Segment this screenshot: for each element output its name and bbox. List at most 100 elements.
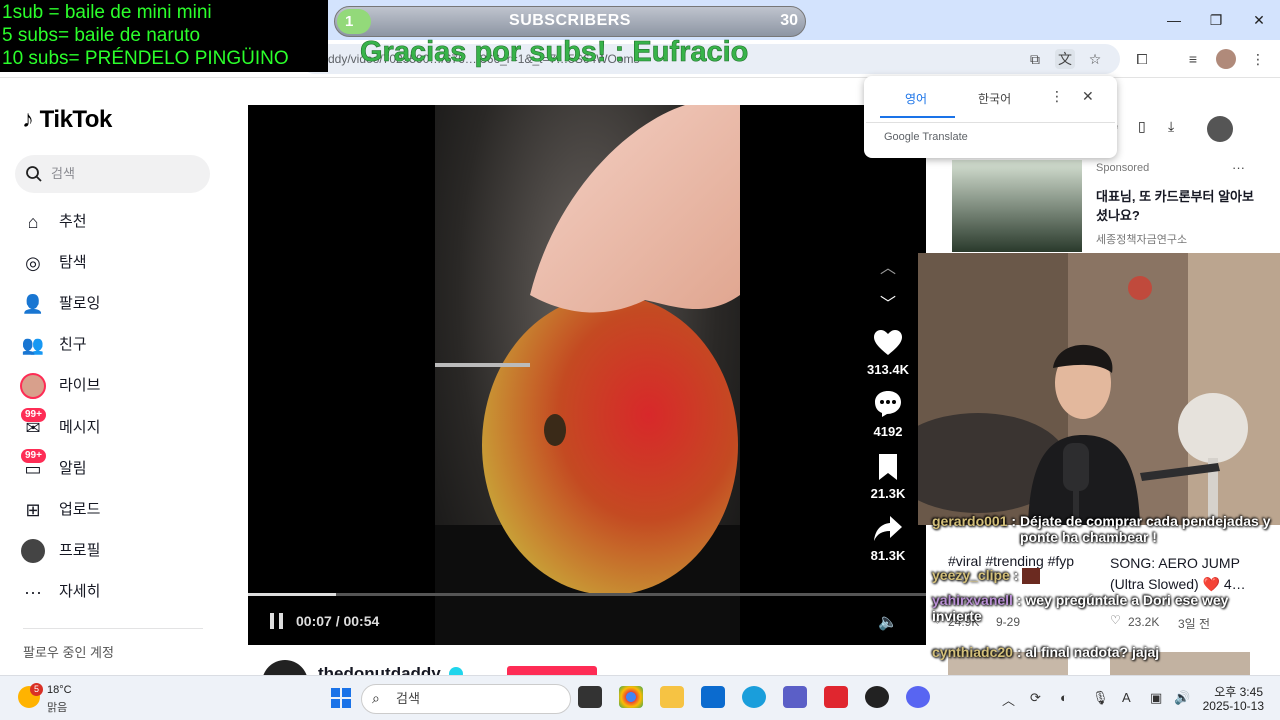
translate-icon[interactable]: ⽂ bbox=[1055, 49, 1075, 69]
nav-item-home[interactable]: ⌂ 추천 bbox=[15, 204, 215, 240]
browser-profile-avatar[interactable] bbox=[1216, 49, 1236, 69]
rule-line: 1sub = baile de mini mini bbox=[2, 2, 212, 23]
stream-rules-overlay: 1sub = baile de mini mini 5 subs= baile … bbox=[0, 0, 328, 72]
prev-video-icon[interactable]: ︿ bbox=[880, 254, 896, 278]
share-button[interactable]: 81.3K bbox=[860, 516, 916, 563]
tray-overflow-icon[interactable]: ︿ bbox=[1002, 690, 1015, 709]
sponsored-thumbnail[interactable] bbox=[952, 160, 1082, 252]
tiktok-logo[interactable]: ♪ TikTok bbox=[22, 106, 112, 134]
discord-icon[interactable] bbox=[906, 686, 930, 708]
sponsored-title[interactable]: 대표님, 또 카드론부터 알아보셨나요? bbox=[1096, 187, 1256, 225]
tray-sync-icon[interactable]: ⟳ bbox=[1030, 690, 1041, 706]
translate-more-icon[interactable]: ⋮ bbox=[1050, 88, 1064, 105]
language-icon[interactable]: A bbox=[1122, 690, 1131, 705]
app-red-icon[interactable] bbox=[824, 686, 848, 708]
nav-item-more[interactable]: ··· 자세히 bbox=[15, 574, 215, 610]
weather-badge: 5 bbox=[30, 683, 43, 696]
ms-store-icon[interactable] bbox=[701, 686, 725, 708]
nav-item-explore[interactable]: ◎ 탐색 bbox=[15, 245, 215, 281]
file-explorer-icon[interactable] bbox=[660, 686, 684, 708]
weather-temp: 18°C bbox=[47, 684, 72, 696]
translate-tab-underline bbox=[880, 116, 955, 118]
tiktok-logo-text: TikTok bbox=[39, 106, 113, 133]
nav-item-friends[interactable]: 👥 친구 bbox=[15, 327, 215, 363]
translate-tab-target[interactable]: 한국어 bbox=[978, 90, 1011, 107]
bookmark-star-icon[interactable]: ☆ bbox=[1085, 49, 1105, 69]
extensions-icon[interactable]: ⧠ bbox=[1132, 49, 1152, 69]
translate-close-icon[interactable]: ✕ bbox=[1082, 88, 1094, 105]
obs-icon[interactable] bbox=[865, 686, 889, 708]
teams-icon[interactable] bbox=[783, 686, 807, 708]
install-app-icon[interactable]: ⧉ bbox=[1025, 49, 1045, 69]
share-count: 81.3K bbox=[870, 548, 906, 563]
video-frame bbox=[435, 105, 740, 645]
volume-icon[interactable]: 🔈 bbox=[878, 612, 898, 632]
weather-condition: 맑음 bbox=[47, 702, 68, 714]
nav-item-following[interactable]: 👤 팔로잉 bbox=[15, 286, 215, 322]
video-progress-track[interactable] bbox=[248, 593, 926, 596]
search-icon bbox=[26, 166, 42, 182]
chat-message: gerardo001 : Déjate de comprar cada pend… bbox=[932, 513, 1271, 545]
network-icon[interactable]: ▣ bbox=[1150, 690, 1162, 706]
sidebar-divider bbox=[23, 628, 203, 629]
save-button[interactable]: 21.3K bbox=[860, 454, 916, 501]
emote-image bbox=[1022, 568, 1041, 585]
save-count: 21.3K bbox=[870, 486, 906, 501]
next-video-icon[interactable]: ﹀ bbox=[880, 290, 896, 314]
download-icon[interactable]: ⤓ bbox=[1168, 118, 1174, 135]
minimize-icon[interactable]: — bbox=[1162, 8, 1186, 32]
chrome-icon[interactable] bbox=[619, 686, 643, 708]
share-icon bbox=[874, 516, 902, 541]
microphone-icon[interactable]: 🎙 bbox=[1092, 690, 1109, 706]
taskbar-date[interactable]: 2025-10-13 bbox=[1198, 699, 1264, 713]
pause-icon[interactable] bbox=[268, 612, 286, 630]
like-button[interactable]: 313.4K bbox=[860, 330, 916, 377]
nav-item-profile[interactable]: 프로필 bbox=[15, 533, 215, 569]
restore-icon[interactable]: ❐ bbox=[1204, 8, 1228, 32]
live-icon bbox=[20, 373, 46, 399]
sub-thanks-text: Gracias por subs! : Eufracio bbox=[360, 36, 749, 69]
close-window-icon[interactable]: ✕ bbox=[1247, 8, 1271, 32]
bookmark-icon bbox=[879, 454, 897, 480]
taskbar-search-input[interactable]: 검색 bbox=[361, 684, 571, 714]
sponsored-label: Sponsored bbox=[1096, 162, 1150, 174]
nav-item-upload[interactable]: ⊞ 업로드 bbox=[15, 492, 215, 528]
tray-app-icon[interactable]: ◐ bbox=[1060, 690, 1068, 705]
chat-message: yeezy_clipe : bbox=[932, 567, 1041, 585]
comment-button[interactable]: 4192 bbox=[860, 390, 916, 439]
windows-start-icon[interactable] bbox=[331, 688, 351, 708]
card-title[interactable]: SONG: AERO JUMP (Ultra Slowed) ❤️ 4… bbox=[1110, 553, 1250, 595]
video-progress-fill bbox=[248, 593, 336, 596]
following-accounts-header: 팔로우 중인 계정 bbox=[23, 645, 114, 660]
heart-icon bbox=[874, 330, 902, 355]
translate-divider bbox=[866, 122, 1115, 123]
nav-item-notifications[interactable]: ▭ 99+ 알림 bbox=[15, 449, 215, 487]
comment-icon bbox=[875, 391, 901, 417]
chat-message: yahirxvanell : wey pregúntale a Dori ese… bbox=[932, 592, 1229, 624]
sponsored-more-icon[interactable]: ··· bbox=[1232, 160, 1245, 175]
speaker-icon[interactable]: 🔊 bbox=[1174, 690, 1190, 706]
notification-badge: 99+ bbox=[21, 449, 46, 463]
profile-icon bbox=[21, 539, 45, 563]
sponsored-source: 세종정책자금연구소 bbox=[1096, 234, 1188, 246]
subscriber-count: 1 bbox=[337, 9, 371, 34]
taskbar-search-icon: ⌕ bbox=[372, 690, 380, 706]
tiktok-user-avatar[interactable] bbox=[1207, 116, 1233, 142]
browser-menu-icon[interactable]: ⋮ bbox=[1248, 49, 1268, 69]
device-icon[interactable]: ▯ bbox=[1138, 118, 1146, 135]
upload-icon: ⊞ bbox=[25, 500, 41, 520]
search-input[interactable]: 검색 bbox=[15, 155, 210, 193]
edge-icon[interactable] bbox=[742, 686, 766, 708]
taskbar-time[interactable]: 오후 3:45 bbox=[1207, 683, 1263, 700]
task-view-icon[interactable] bbox=[578, 686, 602, 708]
nav-item-live[interactable]: 라이브 bbox=[15, 368, 215, 404]
media-control-icon[interactable]: ≡ bbox=[1183, 49, 1203, 69]
compass-icon: ◎ bbox=[25, 253, 41, 273]
comment-count: 4192 bbox=[873, 424, 903, 439]
webcam-overlay bbox=[918, 253, 1280, 525]
video-time: 00:07 / 00:54 bbox=[296, 613, 380, 629]
nav-item-messages[interactable]: ✉ 99+ 메시지 bbox=[15, 408, 215, 446]
translate-tab-source[interactable]: 영어 bbox=[905, 90, 927, 107]
following-icon: 👤 bbox=[21, 294, 45, 314]
more-icon: ··· bbox=[24, 582, 42, 602]
